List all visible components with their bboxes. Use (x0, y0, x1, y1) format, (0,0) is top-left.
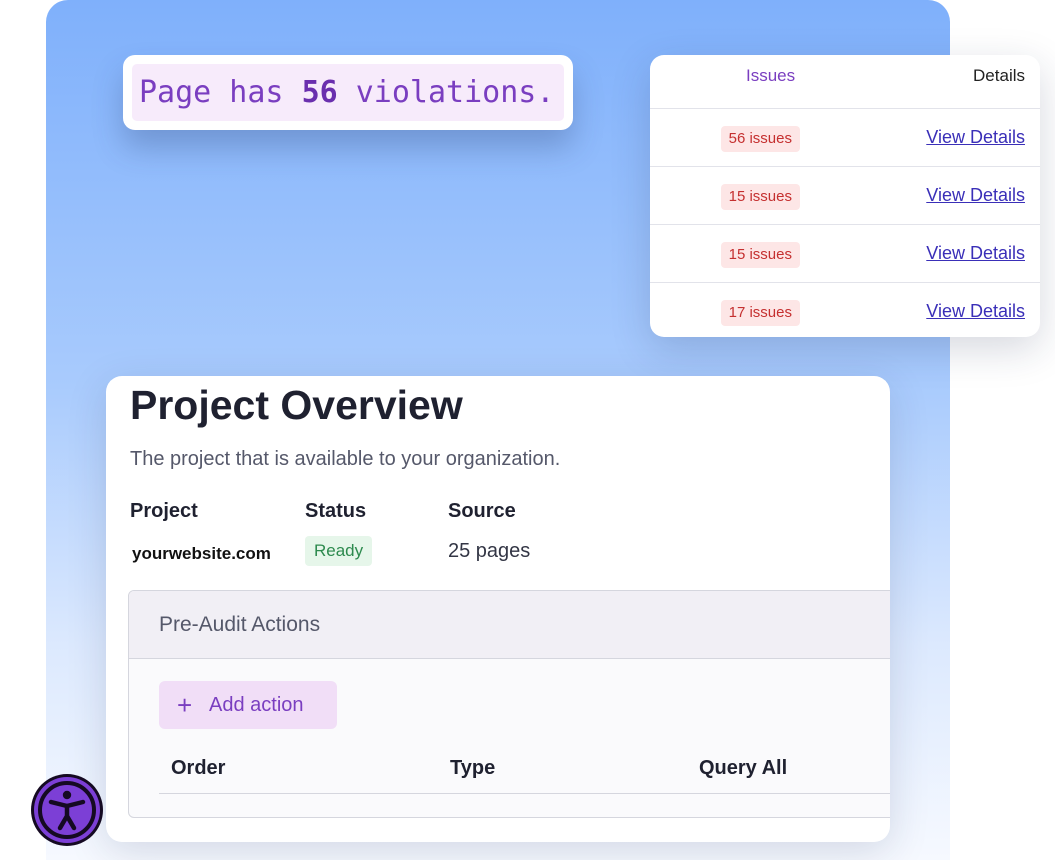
pre-audit-actions-panel: Pre-Audit Actions + Add action Order Type… (128, 590, 890, 818)
issues-column-header: Issues (746, 66, 796, 85)
issue-count-badge: 17 issues (720, 300, 800, 326)
add-action-button[interactable]: + Add action (159, 681, 337, 729)
source-label: Source (448, 500, 516, 522)
issues-table: Issues Details 56 issues View Details 15… (650, 55, 1040, 337)
table-row: 15 issues View Details (650, 167, 1040, 225)
page-title: Project Overview (130, 382, 463, 428)
pre-audit-actions-title: Pre-Audit Actions (129, 591, 890, 659)
table-row: 56 issues View Details (650, 109, 1040, 167)
violations-count: 56 (301, 75, 338, 110)
query-all-column-header: Query All (699, 757, 788, 779)
project-overview-card: Project Overview The project that is ava… (106, 376, 890, 842)
plus-icon: + (177, 690, 193, 720)
add-action-label: Add action (209, 694, 304, 716)
violations-callout: Page has 56 violations. (123, 55, 573, 130)
issue-count-badge: 56 issues (720, 126, 800, 152)
order-column-header: Order (171, 757, 226, 779)
source-value: 25 pages (448, 540, 531, 562)
violations-prefix: Page has (139, 75, 284, 110)
status-label: Status (305, 500, 367, 522)
page-subtitle: The project that is available to your or… (130, 448, 561, 470)
accessibility-icon (34, 777, 100, 843)
issue-count-badge: 15 issues (720, 242, 800, 268)
project-label: Project (130, 500, 198, 522)
table-row: 17 issues View Details (650, 283, 1040, 337)
status-badge: Ready (305, 536, 373, 566)
issues-table-header: Issues Details (650, 55, 1040, 109)
accessibility-button[interactable] (31, 774, 103, 846)
details-column-header: Details (973, 66, 1025, 85)
view-details-link[interactable]: View Details (926, 127, 1025, 148)
view-details-link[interactable]: View Details (926, 185, 1025, 206)
type-column-header: Type (450, 757, 496, 779)
issue-count-badge: 15 issues (720, 184, 800, 210)
violations-suffix: violations. (355, 75, 555, 110)
violations-text: Page has 56 violations. (132, 64, 564, 121)
project-name: yourwebsite.com (132, 544, 271, 563)
table-row: 15 issues View Details (650, 225, 1040, 283)
table-divider (159, 793, 890, 794)
view-details-link[interactable]: View Details (926, 243, 1025, 264)
view-details-link[interactable]: View Details (926, 301, 1025, 322)
